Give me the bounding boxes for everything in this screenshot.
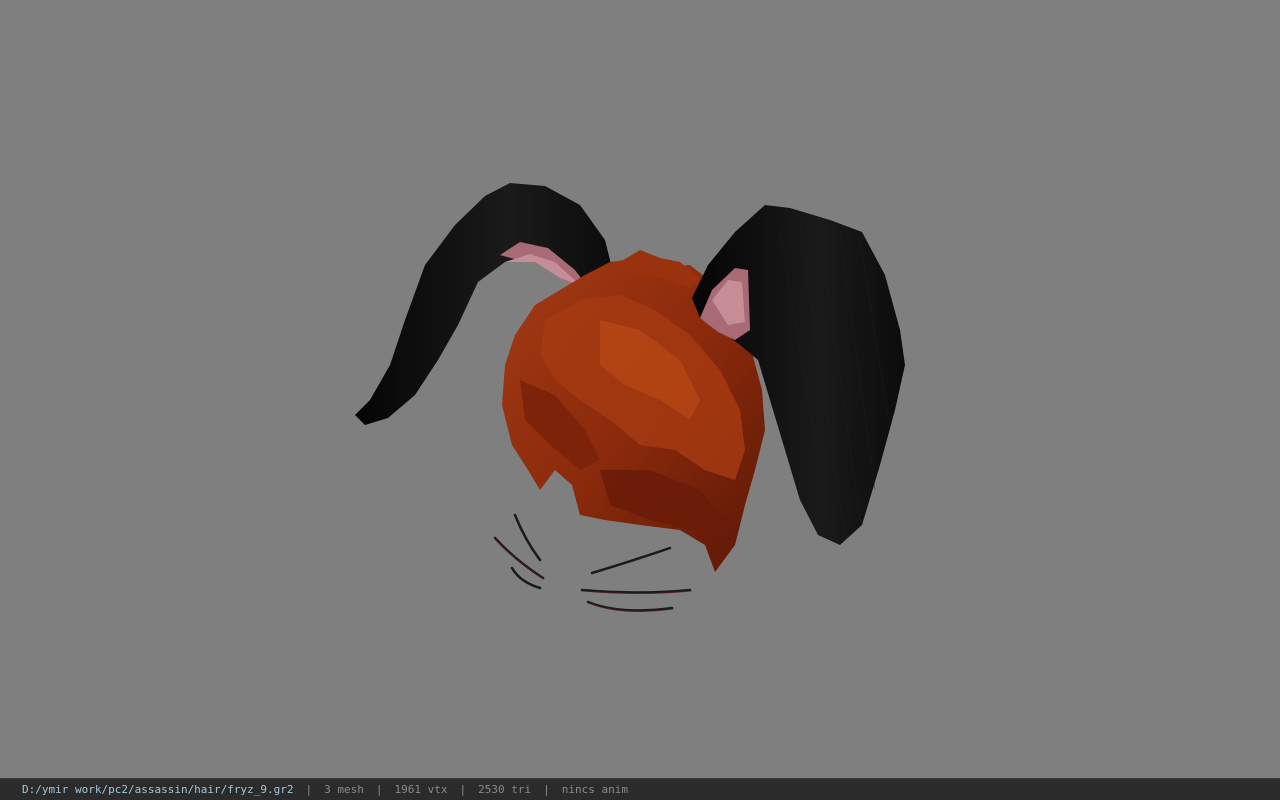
status-separator: | xyxy=(375,783,383,796)
whiskers xyxy=(493,513,692,612)
triangle-count-label: 2530 tri xyxy=(478,783,532,796)
3d-viewport[interactable] xyxy=(0,0,1280,778)
status-separator: | xyxy=(305,783,313,796)
mesh-count-label: 3 mesh xyxy=(324,783,364,796)
status-bar: D:/ymir work/pc2/assassin/hair/fryz_9.gr… xyxy=(0,778,1280,800)
anim-status-label: nincs anim xyxy=(561,783,628,796)
vertex-count-label: 1961 vtx xyxy=(394,783,448,796)
status-separator: | xyxy=(543,783,550,796)
model-render[interactable] xyxy=(0,0,1280,778)
file-path-label: D:/ymir work/pc2/assassin/hair/fryz_9.gr… xyxy=(22,783,294,796)
status-separator: | xyxy=(459,783,467,796)
